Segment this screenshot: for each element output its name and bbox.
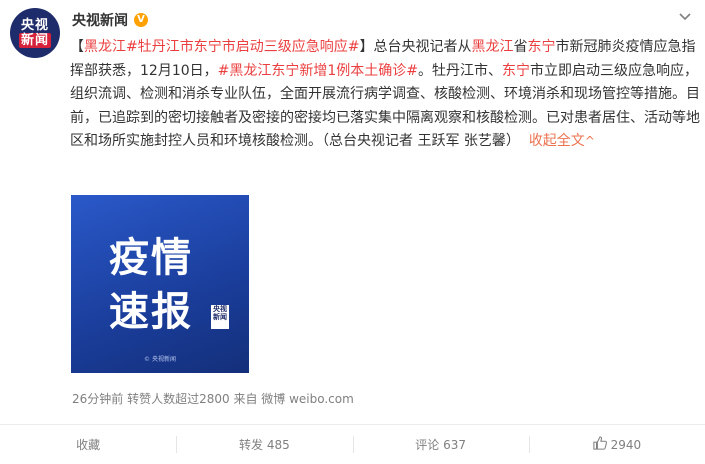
image-logo: 央视 新闻 [211,305,229,329]
post-text-1: 总台央视记者从 [373,39,472,55]
thumbs-up-icon [592,435,607,454]
post-image[interactable]: 疫情 速报 央视 新闻 © 央视新闻 [71,195,249,373]
favorite-button[interactable]: 收藏 [0,425,176,464]
place-link-2[interactable]: 东宁 [527,39,555,55]
comment-label: 评论 637 [415,438,466,452]
repost-button[interactable]: 转发 485 [176,425,352,464]
hashtag-topic-1[interactable]: 黑龙江#牡丹江市东宁市启动三级应急响应# [84,39,359,55]
account-name[interactable]: 央视新闻 [72,10,128,30]
action-bar: 收藏 转发 485 评论 637 2940 [0,425,705,464]
verified-badge-icon: V [134,13,148,27]
avatar[interactable]: 央视 新闻 [10,8,60,58]
place-link-3[interactable]: 东宁 [502,63,530,79]
post-text-2: 省 [513,39,528,55]
like-button[interactable]: 2940 [528,425,705,464]
place-link-1[interactable]: 黑龙江 [471,39,513,55]
comment-button[interactable]: 评论 637 [352,425,529,464]
thumbs-up-icon-svg [592,435,607,450]
open-bracket: 【 [70,39,84,55]
image-footer: © 央视新闻 [144,356,176,363]
image-title-line2: 速报 [109,289,193,335]
post-meta: 26分钟前 转赞人数超过2800 来自 微博 weibo.com [72,392,354,406]
post-text-4: 。牡丹江市、 [418,62,503,79]
close-bracket: 】 [359,39,374,55]
image-title-line1: 疫情 [109,235,193,281]
image-logo-line1: 央视 [213,305,227,313]
collapse-label: 收起全文 [528,133,585,149]
chevron-down-icon[interactable] [675,10,695,30]
collapse-button[interactable]: 收起全文^ [529,133,595,149]
image-logo-line2: 新闻 [213,313,227,321]
avatar-line2: 新闻 [18,33,51,48]
chevron-up-icon: ^ [584,134,595,148]
post-text: 【黑龙江#牡丹江市东宁市启动三级应急响应#】总台央视记者从黑龙江省东宁市新冠肺炎… [70,36,700,154]
account-header: 央视新闻 V [72,10,148,30]
chevron-down-icon-svg [679,13,691,21]
hashtag-topic-2[interactable]: #黑龙江东宁新增1例本土确诊# [218,63,418,79]
like-count: 2940 [610,437,642,452]
hashtag-1-part2: #牡丹江市东宁市启动三级应急响应# [126,39,360,55]
favorite-label: 收藏 [76,438,101,452]
repost-label: 转发 485 [239,438,290,452]
hashtag-1-part1: 黑龙江 [84,39,126,55]
avatar-line1: 央视 [20,18,49,33]
